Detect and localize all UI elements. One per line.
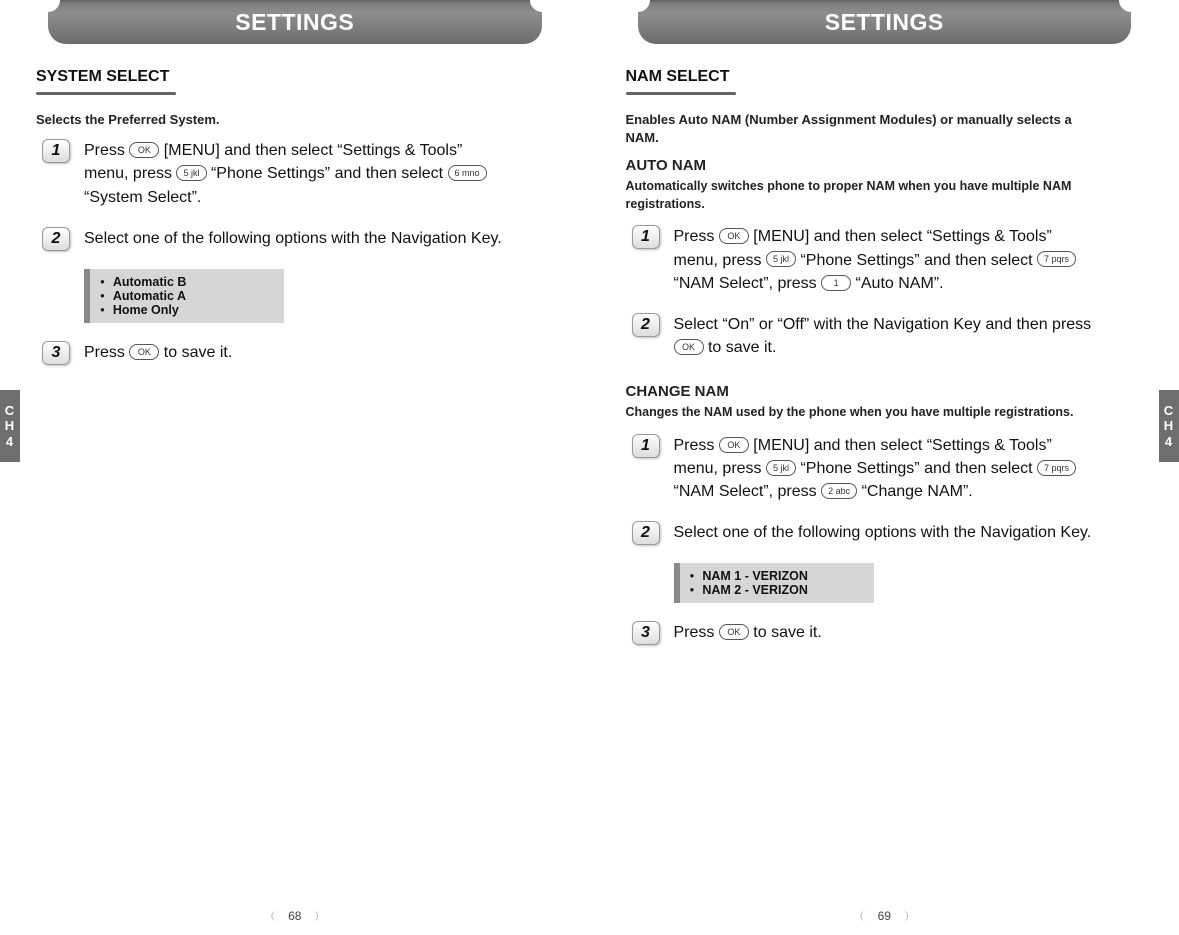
text-frag: Press xyxy=(84,344,129,361)
chapter-tab-right: C H 4 xyxy=(1159,390,1179,462)
section-title-text: SYSTEM SELECT xyxy=(36,68,169,85)
step-row: 1 Press OK [MENU] and then select “Setti… xyxy=(42,139,554,209)
tab-line: 4 xyxy=(6,434,14,450)
options-box: NAM 1 - VERIZON NAM 2 - VERIZON xyxy=(674,563,874,603)
key-5-icon: 5 jkl xyxy=(766,460,796,476)
tab-line: C xyxy=(5,403,15,419)
ok-key-icon: OK xyxy=(129,344,159,360)
step-text: Press OK [MENU] and then select “Setting… xyxy=(674,434,1094,504)
key-5-icon: 5 jkl xyxy=(766,251,796,267)
sub-title-change-nam: CHANGE NAM xyxy=(626,383,1144,400)
step-number: 1 xyxy=(632,434,660,458)
header-title-left: SETTINGS xyxy=(48,0,542,44)
ok-key-icon: OK xyxy=(129,142,159,158)
text-frag: “NAM Select”, press xyxy=(674,483,822,500)
text-frag: Select “On” or “Off” with the Navigation… xyxy=(674,316,1092,333)
sub-desc-change-nam: Changes the NAM used by the phone when y… xyxy=(626,404,1096,422)
text-frag: Press xyxy=(674,624,719,641)
step-row: 2 Select one of the following options wi… xyxy=(632,521,1144,545)
text-frag: “Phone Settings” and then select xyxy=(800,252,1037,269)
step-number: 2 xyxy=(632,521,660,545)
key-7-icon: 7 pqrs xyxy=(1037,460,1076,476)
text-frag: Press xyxy=(84,142,129,159)
ok-key-icon: OK xyxy=(674,339,704,355)
section-title-nam-select: NAM SELECT xyxy=(626,68,1144,101)
header-title-right: SETTINGS xyxy=(638,0,1132,44)
key-6-icon: 6 mno xyxy=(448,165,487,181)
section-desc: Enables Auto NAM (Number Assignment Modu… xyxy=(626,111,1106,147)
ok-key-icon: OK xyxy=(719,437,749,453)
step-text: Select “On” or “Off” with the Navigation… xyxy=(674,313,1094,359)
step-number: 1 xyxy=(632,225,660,249)
ok-key-icon: OK xyxy=(719,624,749,640)
text-frag: Press xyxy=(674,437,719,454)
chapter-tab-left: C H 4 xyxy=(0,390,20,462)
step-number: 1 xyxy=(42,139,70,163)
options-box: Automatic B Automatic A Home Only xyxy=(84,269,284,323)
sub-title-auto-nam: AUTO NAM xyxy=(626,157,1144,174)
option-item: NAM 2 - VERIZON xyxy=(690,583,864,597)
key-2-icon: 2 abc xyxy=(821,483,857,499)
tab-line: H xyxy=(1164,418,1174,434)
text-frag: “Auto NAM”. xyxy=(856,275,944,292)
tab-line: H xyxy=(5,418,15,434)
step-row: 2 Select “On” or “Off” with the Navigati… xyxy=(632,313,1144,359)
step-text: Press OK [MENU] and then select “Setting… xyxy=(84,139,504,209)
step-number: 2 xyxy=(632,313,660,337)
text-frag: “NAM Select”, press xyxy=(674,275,822,292)
text-frag: “Phone Settings” and then select xyxy=(211,165,448,182)
option-item: NAM 1 - VERIZON xyxy=(690,569,864,583)
step-number: 2 xyxy=(42,227,70,251)
step-row: 1 Press OK [MENU] and then select “Setti… xyxy=(632,225,1144,295)
text-frag: “Change NAM”. xyxy=(862,483,973,500)
section-desc: Selects the Preferred System. xyxy=(36,111,516,129)
step-number: 3 xyxy=(42,341,70,365)
key-5-icon: 5 jkl xyxy=(176,165,206,181)
step-text: Select one of the following options with… xyxy=(674,521,1092,544)
tab-line: 4 xyxy=(1165,434,1173,450)
page-69: SETTINGS NAM SELECT Enables Auto NAM (Nu… xyxy=(590,0,1179,935)
option-item: Automatic A xyxy=(100,289,274,303)
key-7-icon: 7 pqrs xyxy=(1037,251,1076,267)
step-text: Press OK [MENU] and then select “Setting… xyxy=(674,225,1094,295)
section-title-text: NAM SELECT xyxy=(626,68,730,85)
page-number-left: 68 xyxy=(271,909,318,923)
section-title-system-select: SYSTEM SELECT xyxy=(36,68,554,101)
text-frag: “Phone Settings” and then select xyxy=(800,460,1037,477)
text-frag: Press xyxy=(674,228,719,245)
key-1-icon: 1 xyxy=(821,275,851,291)
step-number: 3 xyxy=(632,621,660,645)
text-frag: “System Select”. xyxy=(84,189,201,206)
step-row: 3 Press OK to save it. xyxy=(42,341,554,365)
page-number-right: 69 xyxy=(861,909,908,923)
section-underline xyxy=(36,92,176,95)
step-row: 2 Select one of the following options wi… xyxy=(42,227,554,251)
section-underline xyxy=(626,92,736,95)
page-68: SETTINGS SYSTEM SELECT Selects the Prefe… xyxy=(0,0,590,935)
text-frag: to save it. xyxy=(164,344,232,361)
step-text: Press OK to save it. xyxy=(84,341,232,364)
tab-line: C xyxy=(1164,403,1174,419)
step-row: 3 Press OK to save it. xyxy=(632,621,1144,645)
sub-desc-auto-nam: Automatically switches phone to proper N… xyxy=(626,178,1096,213)
option-item: Automatic B xyxy=(100,275,274,289)
text-frag: to save it. xyxy=(753,624,821,641)
ok-key-icon: OK xyxy=(719,228,749,244)
step-row: 1 Press OK [MENU] and then select “Setti… xyxy=(632,434,1144,504)
text-frag: to save it. xyxy=(708,339,776,356)
step-text: Press OK to save it. xyxy=(674,621,822,644)
step-text: Select one of the following options with… xyxy=(84,227,502,250)
option-item: Home Only xyxy=(100,303,274,317)
